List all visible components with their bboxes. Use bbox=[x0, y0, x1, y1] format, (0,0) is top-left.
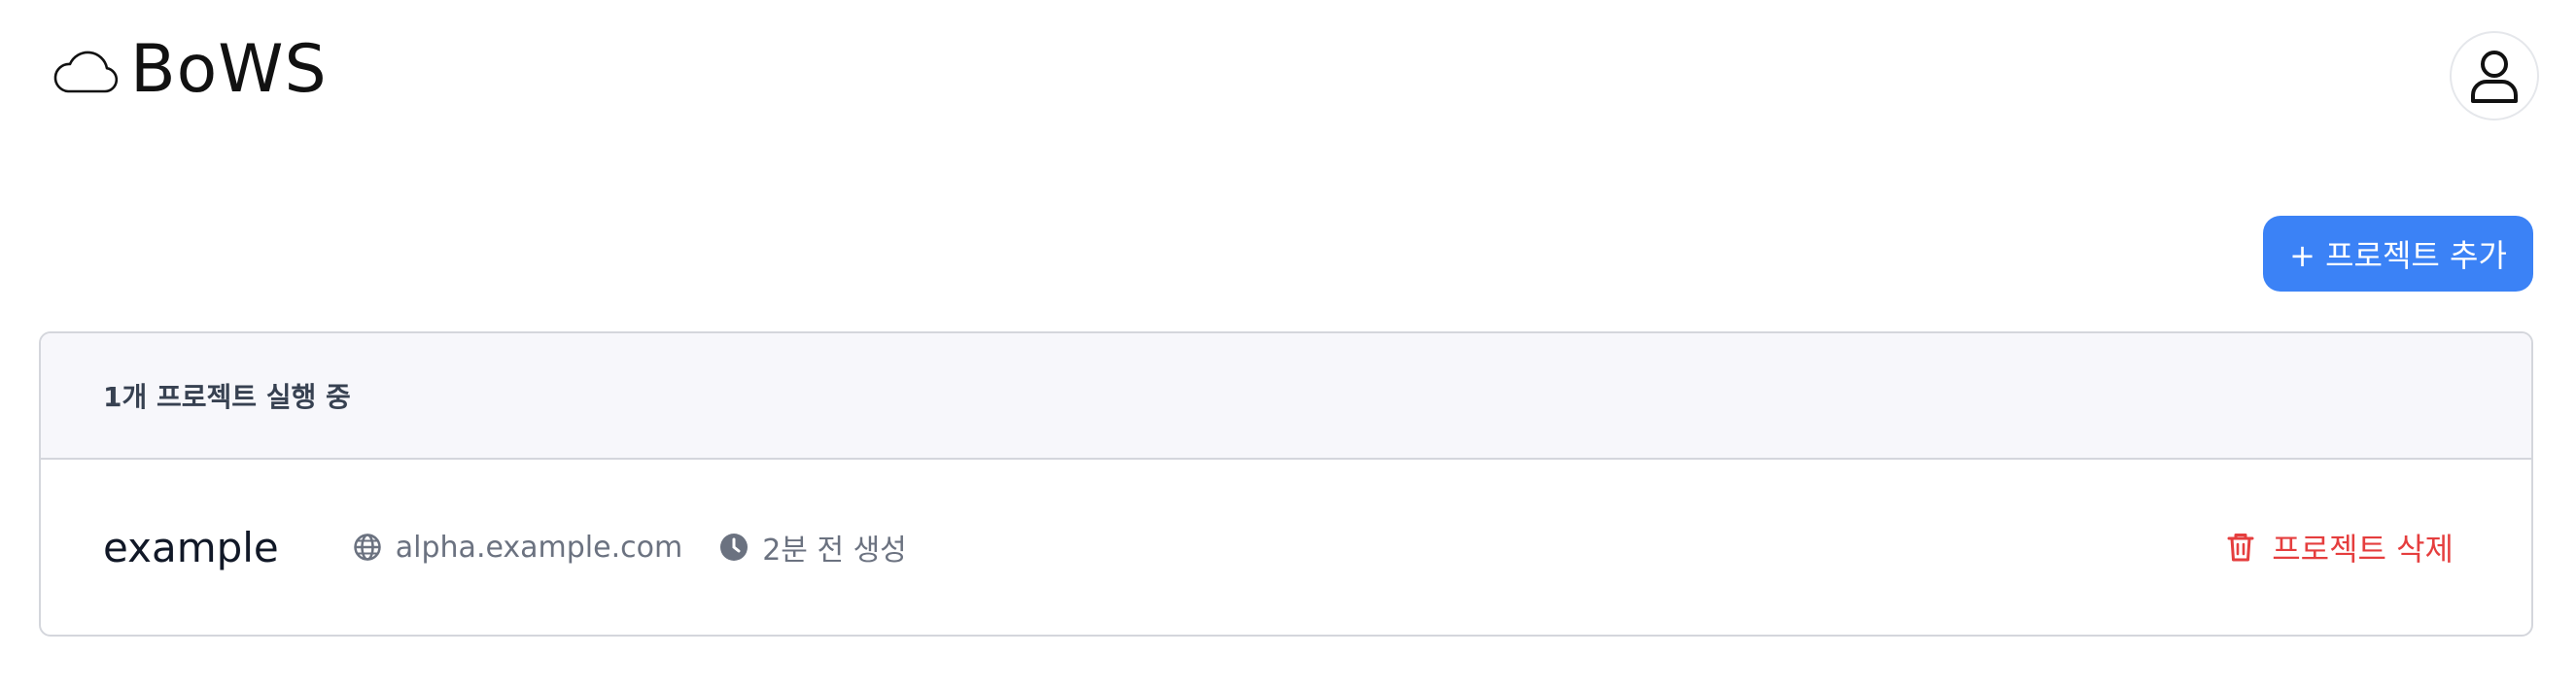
trash-icon bbox=[2227, 534, 2254, 562]
project-created: 2분 전 생성 bbox=[719, 526, 907, 569]
project-created-text: 2분 전 생성 bbox=[762, 534, 907, 568]
projects-panel: 1개 프로젝트 실행 중 example alpha.example.com 2… bbox=[39, 331, 2533, 637]
cloud-icon bbox=[53, 51, 119, 93]
project-name[interactable]: example bbox=[103, 524, 279, 571]
clock-icon bbox=[720, 534, 748, 561]
profile-button[interactable] bbox=[2450, 31, 2539, 121]
project-row: example alpha.example.com 2분 전 생성 프로젝트 삭… bbox=[41, 460, 2531, 635]
user-icon bbox=[2471, 51, 2518, 103]
add-project-button[interactable]: + 프로젝트 추가 bbox=[2263, 216, 2533, 292]
globe-icon bbox=[354, 534, 381, 561]
delete-project-label: 프로젝트 삭제 bbox=[2272, 531, 2454, 568]
brand-name: BoWS bbox=[130, 31, 328, 108]
brand-logo[interactable]: BoWS bbox=[51, 37, 328, 103]
project-domain[interactable]: alpha.example.com bbox=[353, 531, 682, 565]
project-domain-text: alpha.example.com bbox=[395, 530, 683, 565]
running-projects-count: 1개 프로젝트 실행 중 bbox=[103, 381, 351, 413]
app-header: BoWS bbox=[0, 0, 2576, 155]
projects-panel-header: 1개 프로젝트 실행 중 bbox=[41, 333, 2531, 460]
delete-project-button[interactable]: 프로젝트 삭제 bbox=[2227, 525, 2454, 569]
